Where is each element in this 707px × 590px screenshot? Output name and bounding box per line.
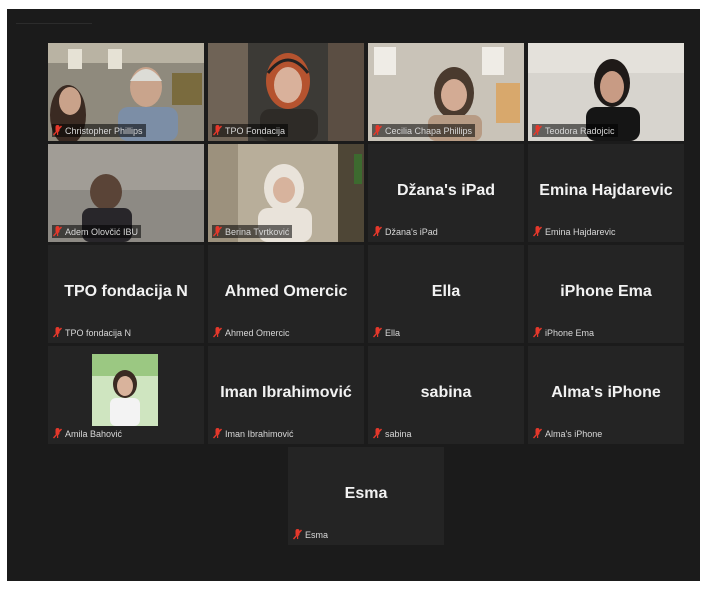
participant-name-label: Amila Bahović <box>52 427 125 440</box>
participant-tile[interactable]: Emina Hajdarevic Emina Hajdarevic <box>528 144 684 242</box>
muted-mic-icon <box>293 529 302 540</box>
participant-name-label: sabina <box>372 427 415 440</box>
participant-name-text: iPhone Ema <box>545 327 595 338</box>
participant-tile[interactable]: Amila Bahović <box>48 346 204 444</box>
participant-name-label: Teodora Radojcic <box>532 124 618 137</box>
participant-name-label: Iman Ibrahimović <box>212 427 297 440</box>
participant-name-label: Ella <box>372 326 403 339</box>
participant-name-text: Adem Olovčić IBU <box>65 226 139 237</box>
participant-name-label: Adem Olovčić IBU <box>52 225 142 238</box>
participant-name-text: Esma <box>305 529 329 540</box>
participant-tile[interactable]: Christopher Phillips <box>48 43 204 141</box>
muted-mic-icon <box>213 226 222 237</box>
participant-name-label: Džana's iPad <box>372 225 441 238</box>
participant-display-name: Ella <box>431 283 461 300</box>
participant-display-name: sabina <box>420 384 472 401</box>
participant-display-name: Džana's iPad <box>396 182 496 199</box>
participant-name-label: iPhone Ema <box>532 326 597 339</box>
participant-name-text: Emina Hajdarevic <box>545 226 616 237</box>
participant-name-text: Alma's iPhone <box>545 428 603 439</box>
muted-mic-icon <box>373 428 382 439</box>
meeting-window: Christopher Phillips TPO Fondacija Cecilia… <box>7 9 700 581</box>
participant-name-text: Ella <box>385 327 401 338</box>
participant-name-label: Ahmed Omercic <box>212 326 293 339</box>
title-divider <box>16 23 92 24</box>
participant-display-name: iPhone Ema <box>560 283 652 300</box>
participant-name-text: TPO Fondacija <box>225 125 286 136</box>
participant-display-name: Esma <box>344 485 388 502</box>
participant-name-label: Emina Hajdarevic <box>532 225 619 238</box>
muted-mic-icon <box>213 428 222 439</box>
participant-display-name: TPO fondacija N <box>64 283 188 300</box>
participant-tile[interactable]: TPO Fondacija <box>208 43 364 141</box>
participant-display-name: Emina Hajdarevic <box>539 182 673 199</box>
participant-tile[interactable]: Adem Olovčić IBU <box>48 144 204 242</box>
participant-name-text: Berina Tvrtković <box>225 226 290 237</box>
muted-mic-icon <box>53 125 62 136</box>
participant-tile[interactable]: sabina sabina <box>368 346 524 444</box>
participant-name-text: Teodora Radojcic <box>545 125 615 136</box>
muted-mic-icon <box>373 125 382 136</box>
participant-display-name: Iman Ibrahimović <box>220 384 352 401</box>
participant-name-label: Christopher Phillips <box>52 124 146 137</box>
participant-name-label: TPO Fondacija <box>212 124 289 137</box>
muted-mic-icon <box>53 226 62 237</box>
participant-name-text: Džana's iPad <box>385 226 438 237</box>
participant-tile[interactable]: iPhone Ema iPhone Ema <box>528 245 684 343</box>
muted-mic-icon <box>533 428 542 439</box>
participant-name-label: TPO fondacija N <box>52 326 134 339</box>
participant-display-name: Ahmed Omercic <box>224 283 348 300</box>
participant-display-name: Alma's iPhone <box>551 384 661 401</box>
participant-name-label: Berina Tvrtković <box>212 225 293 238</box>
participant-name-label: Esma <box>292 528 331 541</box>
participant-tile[interactable]: Berina Tvrtković <box>208 144 364 242</box>
participant-name-text: Ahmed Omercic <box>225 327 290 338</box>
muted-mic-icon <box>373 327 382 338</box>
muted-mic-icon <box>373 226 382 237</box>
participant-name-text: Cecilia Chapa Phillips <box>385 125 473 136</box>
participant-tile[interactable]: Esma Esma <box>288 447 444 545</box>
participant-tile[interactable]: Alma's iPhone Alma's iPhone <box>528 346 684 444</box>
participant-name-text: sabina <box>385 428 412 439</box>
participant-name-text: Iman Ibrahimović <box>225 428 294 439</box>
participant-name-text: Amila Bahović <box>65 428 123 439</box>
participant-tile[interactable]: Ahmed Omercic Ahmed Omercic <box>208 245 364 343</box>
participant-name-label: Cecilia Chapa Phillips <box>372 124 476 137</box>
participant-tile[interactable]: Iman Ibrahimović Iman Ibrahimović <box>208 346 364 444</box>
participant-tile[interactable]: Teodora Radojcic <box>528 43 684 141</box>
participant-tile[interactable]: TPO fondacija N TPO fondacija N <box>48 245 204 343</box>
participant-name-text: TPO fondacija N <box>65 327 132 338</box>
participant-tile[interactable]: Cecilia Chapa Phillips <box>368 43 524 141</box>
participant-tile[interactable]: Ella Ella <box>368 245 524 343</box>
muted-mic-icon <box>533 125 542 136</box>
participant-tile[interactable]: Džana's iPad Džana's iPad <box>368 144 524 242</box>
muted-mic-icon <box>213 125 222 136</box>
muted-mic-icon <box>53 428 62 439</box>
muted-mic-icon <box>53 327 62 338</box>
participant-name-text: Christopher Phillips <box>65 125 143 136</box>
participant-name-label: Alma's iPhone <box>532 427 605 440</box>
muted-mic-icon <box>213 327 222 338</box>
muted-mic-icon <box>533 226 542 237</box>
muted-mic-icon <box>533 327 542 338</box>
